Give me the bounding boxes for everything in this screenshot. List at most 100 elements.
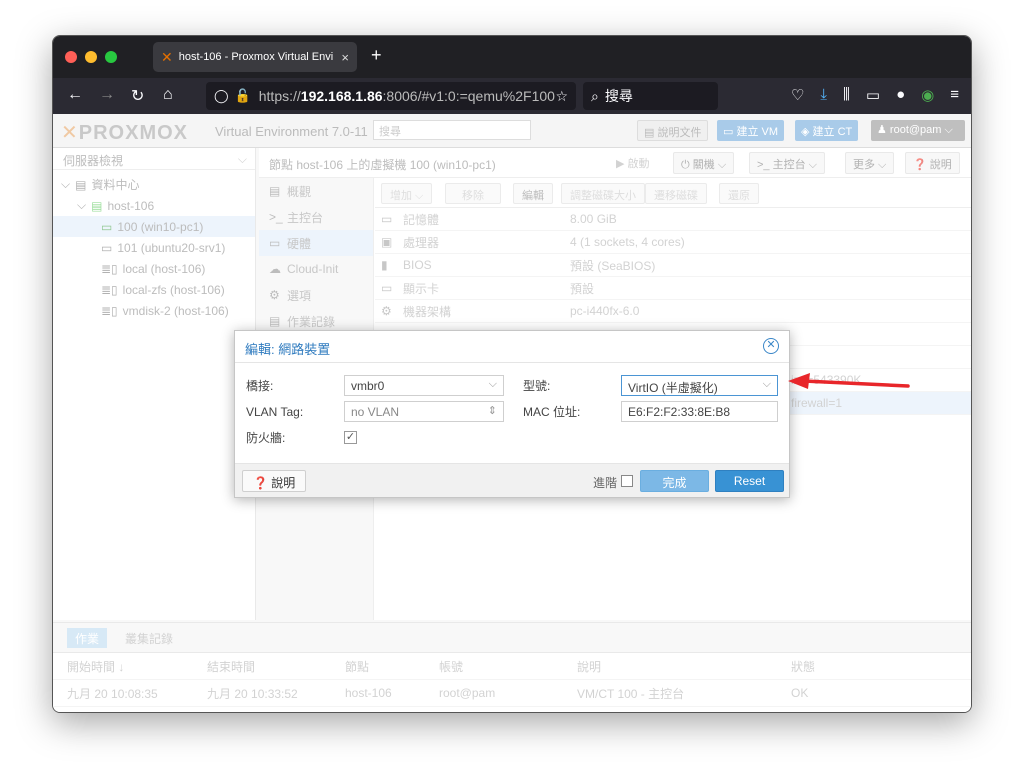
bookmark-star-icon[interactable]: ☆ xyxy=(555,88,568,105)
back-icon[interactable]: ← xyxy=(67,86,83,104)
addon-icon[interactable]: ◉ xyxy=(921,86,934,104)
dialog-header: 編輯: 網路裝置 ✕ xyxy=(235,331,789,363)
hardware-row-memory[interactable]: ▭ 記憶體 8.00 GiB xyxy=(375,208,971,231)
vm-title: 節點 host-106 上的虛擬機 100 (win10-pc1) xyxy=(269,158,496,172)
cpu-icon: ▣ xyxy=(381,235,393,249)
bridge-row: 橋接: vmbr0 ⌵ xyxy=(246,375,504,396)
docs-button[interactable]: ▤ 說明文件 xyxy=(637,120,709,141)
help-button[interactable]: ❓ 說明 xyxy=(242,470,307,492)
col-end[interactable]: 結束時間 xyxy=(193,658,331,675)
url-prefix: https:// xyxy=(258,88,301,104)
browser-search-input[interactable]: ⌕ 搜尋 xyxy=(583,82,718,110)
url-rest: :8006/#v1:0:=qemu%2F100 xyxy=(382,88,555,104)
col-start[interactable]: 開始時間 ↓ xyxy=(53,658,193,675)
reset-button[interactable]: Reset xyxy=(715,470,784,492)
tab-cluster-log[interactable]: 叢集記錄 xyxy=(117,628,181,648)
library-icon[interactable]: ⫼ xyxy=(843,86,850,104)
home-icon[interactable]: ⌂ xyxy=(163,86,173,104)
hardware-row-display[interactable]: ▭ 顯示卡 預設 xyxy=(375,277,971,300)
vm-icon: ▭ xyxy=(101,240,113,255)
cloud-icon: ☁ xyxy=(269,262,281,276)
hardware-toolbar: 增加 ⌵ 移除 編輯 調整磁碟大小 遷移磁碟 還原 xyxy=(375,178,971,208)
advanced-checkbox[interactable] xyxy=(621,475,633,487)
zoom-window-button[interactable] xyxy=(105,51,117,63)
tab-tasks[interactable]: 作業 xyxy=(67,628,108,648)
table-row[interactable]: 九月 20 10:08:35 九月 20 10:33:52 host-106 r… xyxy=(53,680,971,707)
dialog-title: 編輯: 網路裝置 xyxy=(245,342,331,357)
col-user[interactable]: 帳號 xyxy=(425,658,563,675)
more-button[interactable]: 更多 ⌵ xyxy=(845,152,895,174)
gear-icon: ⚙ xyxy=(269,288,280,302)
sidebar-icon[interactable]: ▭ xyxy=(866,86,880,104)
bridge-select[interactable]: vmbr0 ⌵ xyxy=(344,375,504,396)
col-node[interactable]: 節點 xyxy=(331,658,425,675)
add-button[interactable]: 增加 ⌵ xyxy=(381,183,433,204)
power-icon: ⏻ xyxy=(681,159,693,171)
firewall-checkbox[interactable]: ✓ xyxy=(344,431,357,444)
tree-item-datacenter[interactable]: ⌵ ▤ 資料中心 xyxy=(53,174,255,195)
move-disk-button[interactable]: 遷移磁碟 xyxy=(645,183,707,204)
extension-icon[interactable]: ● xyxy=(896,86,905,104)
remove-button[interactable]: 移除 xyxy=(445,183,501,204)
vlan-spinner[interactable]: no VLAN ⇕ xyxy=(344,401,504,422)
close-window-button[interactable] xyxy=(65,51,77,63)
ok-button[interactable]: 完成 xyxy=(640,470,709,492)
download-icon[interactable]: ⤓ xyxy=(820,86,827,104)
dialog-footer: ❓ 說明 進階 完成 Reset xyxy=(235,463,789,497)
title-bar: ✕ host-106 - Proxmox Virtual Envi × + xyxy=(53,36,971,78)
hardware-row-cpu[interactable]: ▣ 處理器 4 (1 sockets, 4 cores) xyxy=(375,231,971,254)
tree-item-vm-101[interactable]: ▭ 101 (ubuntu20-srv1) xyxy=(53,237,255,258)
monitor-icon: ▭ xyxy=(269,236,281,250)
tree-item-storage-vmdisk-2[interactable]: ≣▯ vmdisk-2 (host-106) xyxy=(53,300,255,321)
forward-icon[interactable]: → xyxy=(99,86,115,104)
reload-icon[interactable]: ↻ xyxy=(131,86,144,106)
expand-icon: ⌵ xyxy=(77,198,87,212)
shutdown-button[interactable]: ⏻ 關機 ⌵ xyxy=(673,152,735,174)
mac-input[interactable]: E6:F2:F2:33:8E:B8 xyxy=(621,401,778,422)
start-button[interactable]: ▶ 啟動 xyxy=(609,152,657,174)
close-icon[interactable]: ✕ xyxy=(763,338,779,354)
tree-item-storage-local[interactable]: ≣▯ local (host-106) xyxy=(53,258,255,279)
url-bar[interactable]: ◯ 🔓 https:// 192.168.1.86 :8006/#v1:0:=q… xyxy=(206,82,576,110)
nav-bar: ← → ↻ ⌂ ◯ 🔓 https:// 192.168.1.86 :8006/… xyxy=(53,78,971,114)
shield-icon[interactable]: ◯ xyxy=(214,88,229,104)
url-host: 192.168.1.86 xyxy=(300,88,383,104)
monitor-icon: ▭ xyxy=(723,126,737,138)
edit-button[interactable]: 編輯 xyxy=(513,183,553,204)
help-icon: ❓ xyxy=(913,159,930,171)
help-button[interactable]: ❓ 說明 xyxy=(905,152,960,174)
create-ct-button[interactable]: ◈ 建立 CT xyxy=(795,120,859,141)
user-menu-button[interactable]: ♟ root@pam ⌵ xyxy=(871,120,965,141)
new-tab-button[interactable]: + xyxy=(371,45,382,66)
proxmox-favicon-icon: ✕ xyxy=(161,48,173,65)
console-button[interactable]: >_ 主控台 ⌵ xyxy=(749,152,826,174)
revert-button[interactable]: 還原 xyxy=(719,183,759,204)
resize-disk-button[interactable]: 調整磁碟大小 xyxy=(561,183,645,204)
subnav-options[interactable]: ⚙ 選項 xyxy=(259,282,373,308)
col-desc[interactable]: 說明 xyxy=(563,658,777,675)
tree-item-vm-100[interactable]: ▭ 100 (win10-pc1) xyxy=(53,216,255,237)
subnav-cloudinit[interactable]: ☁ Cloud-Init xyxy=(259,256,373,282)
minimize-window-button[interactable] xyxy=(85,51,97,63)
tab-close-icon[interactable]: × xyxy=(341,50,349,65)
browser-tab[interactable]: ✕ host-106 - Proxmox Virtual Envi × xyxy=(153,42,357,72)
toolbar-icons: ♡ ⤓ ⫼ ▭ ● ◉ ≡ xyxy=(791,86,959,104)
menu-icon[interactable]: ≡ xyxy=(950,86,959,104)
subnav-summary[interactable]: ▤ 概觀 xyxy=(259,178,373,204)
pve-search-input[interactable]: 搜尋 xyxy=(373,120,531,140)
vm-running-icon: ▭ xyxy=(101,219,113,234)
subnav-hardware[interactable]: ▭ 硬體 xyxy=(259,230,373,256)
window-controls xyxy=(65,51,117,63)
hardware-row-machine[interactable]: ⚙ 機器架構 pc-i440fx-6.0 xyxy=(375,300,971,323)
view-selector[interactable]: 伺服器檢視 ⌵ xyxy=(53,148,255,170)
browser-search-placeholder: 搜尋 xyxy=(604,88,633,104)
tree-item-storage-local-zfs[interactable]: ≣▯ local-zfs (host-106) xyxy=(53,279,255,300)
lock-icon[interactable]: 🔓 xyxy=(235,88,251,104)
subnav-console[interactable]: >_ 主控台 xyxy=(259,204,373,230)
hardware-row-bios[interactable]: ▮ BIOS 預設 (SeaBIOS) xyxy=(375,254,971,277)
pocket-icon[interactable]: ♡ xyxy=(791,86,804,104)
col-status[interactable]: 狀態 xyxy=(777,658,927,675)
model-select[interactable]: VirtIO (半虛擬化) ⌵ xyxy=(621,375,778,396)
create-vm-button[interactable]: ▭ 建立 VM xyxy=(717,120,785,141)
tree-item-node[interactable]: ⌵ ▤ host-106 xyxy=(53,195,255,216)
